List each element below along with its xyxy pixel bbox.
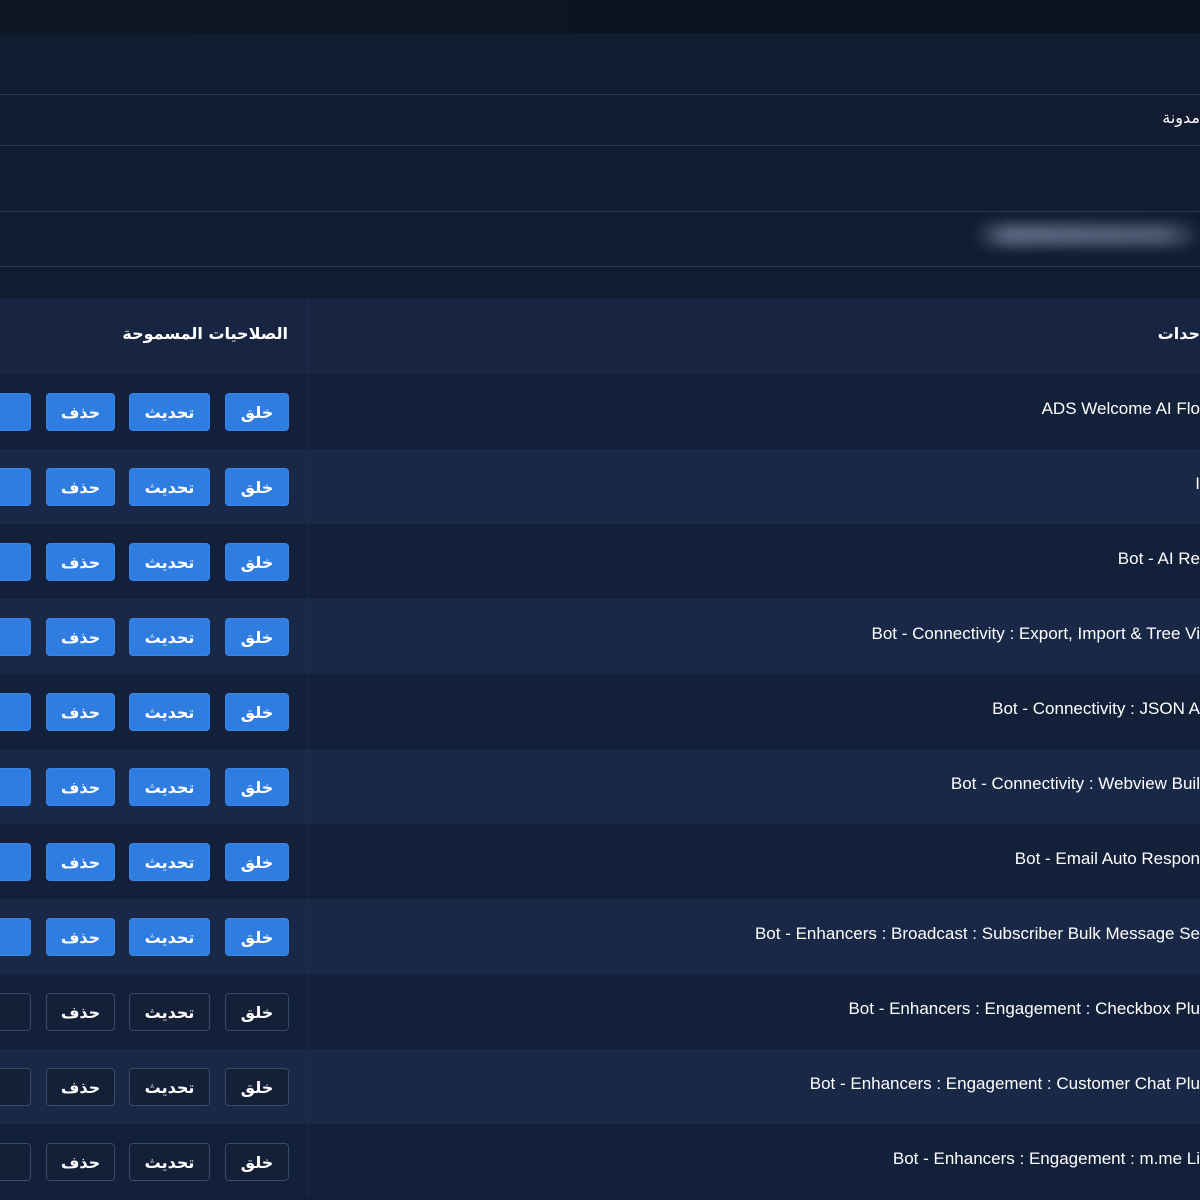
other-permission-button[interactable]: خا <box>0 618 31 656</box>
table-row: خلق تحديث حذف خا Bot - Enhancers : Engagemen… <box>0 974 1200 1049</box>
delete-permission-button[interactable]: حذف <box>46 993 115 1031</box>
create-permission-button[interactable]: خلق <box>225 993 289 1031</box>
create-permission-button[interactable]: خلق <box>225 918 289 956</box>
blurred-value <box>974 224 1196 246</box>
column-separator <box>308 599 309 674</box>
update-permission-button[interactable]: تحديث <box>129 1143 210 1181</box>
module-name: Bot - Enhancers : Engagement : m.me Li <box>892 1149 1200 1168</box>
create-permission-button[interactable]: خلق <box>225 393 289 431</box>
update-permission-button[interactable]: تحديث <box>129 543 210 581</box>
column-separator <box>308 1049 309 1124</box>
column-separator <box>308 749 309 824</box>
divider <box>0 145 1200 146</box>
column-separator <box>308 824 309 899</box>
divider <box>0 94 1200 95</box>
other-permission-button[interactable]: خا <box>0 543 31 581</box>
other-permission-button[interactable]: خا <box>0 468 31 506</box>
column-separator <box>308 299 309 374</box>
table-row: خلق تحديث حذف خا ADS Welcome AI Flo <box>0 374 1200 449</box>
module-name: Bot - AI Re <box>1117 549 1200 568</box>
other-permission-button[interactable]: خا <box>0 843 31 881</box>
table-row: خلق تحديث حذف خا Bot - Enhancers : Engagemen… <box>0 1049 1200 1124</box>
module-name: Bot - Connectivity : Webview Buil <box>950 774 1200 793</box>
delete-permission-button[interactable]: حذف <box>46 618 115 656</box>
table-row: خلق تحديث حذف خا Bot - Enhancers : Engagemen… <box>0 1124 1200 1199</box>
divider <box>0 266 1200 267</box>
column-header-module: حدات <box>1157 324 1200 343</box>
table-row: خلق تحديث حذف خا Bot - Email Auto Respon <box>0 824 1200 899</box>
table-row: خلق تحديث حذف خا Bot - Connectivity : Export… <box>0 599 1200 674</box>
create-permission-button[interactable]: خلق <box>225 1068 289 1106</box>
table-header: الصلاحيات المسموحة حدات <box>0 299 1200 374</box>
module-name: Bot - Enhancers : Engagement : Customer … <box>809 1074 1200 1093</box>
module-name: Bot - Enhancers : Broadcast : Subscriber… <box>754 924 1200 943</box>
other-permission-button[interactable]: خا <box>0 693 31 731</box>
module-name: Bot - Connectivity : Export, Import & Tr… <box>871 624 1200 643</box>
delete-permission-button[interactable]: حذف <box>46 1068 115 1106</box>
update-permission-button[interactable]: تحديث <box>129 393 210 431</box>
table-row: خلق تحديث حذف خا I <box>0 449 1200 524</box>
update-permission-button[interactable]: تحديث <box>129 993 210 1031</box>
column-separator <box>308 449 309 524</box>
other-permission-button[interactable]: خا <box>0 393 31 431</box>
create-permission-button[interactable]: خلق <box>225 1143 289 1181</box>
divider <box>0 211 1200 212</box>
column-separator <box>308 974 309 1049</box>
column-separator <box>308 899 309 974</box>
column-separator <box>308 524 309 599</box>
create-permission-button[interactable]: خلق <box>225 468 289 506</box>
other-permission-button[interactable]: خا <box>0 918 31 956</box>
create-permission-button[interactable]: خلق <box>225 768 289 806</box>
update-permission-button[interactable]: تحديث <box>129 468 210 506</box>
other-permission-button[interactable]: خا <box>0 1143 31 1181</box>
create-permission-button[interactable]: خلق <box>225 693 289 731</box>
table-row: خلق تحديث حذف خا Bot - Connectivity : JSON A <box>0 674 1200 749</box>
update-permission-button[interactable]: تحديث <box>129 693 210 731</box>
table-row: خلق تحديث حذف خا Bot - Enhancers : Broadcast… <box>0 899 1200 974</box>
create-permission-button[interactable]: خلق <box>225 843 289 881</box>
update-permission-button[interactable]: تحديث <box>129 1068 210 1106</box>
table-body: خلق تحديث حذف خا ADS Welcome AI Flo خلق تحديث ح… <box>0 374 1200 1199</box>
update-permission-button[interactable]: تحديث <box>129 618 210 656</box>
table-row: خلق تحديث حذف خا Bot - Connectivity : Webvie… <box>0 749 1200 824</box>
delete-permission-button[interactable]: حذف <box>46 843 115 881</box>
module-name: Bot - Connectivity : JSON A <box>992 699 1200 718</box>
delete-permission-button[interactable]: حذف <box>46 768 115 806</box>
delete-permission-button[interactable]: حذف <box>46 543 115 581</box>
other-permission-button[interactable]: خا <box>0 993 31 1031</box>
module-name: ADS Welcome AI Flo <box>1041 399 1200 418</box>
other-permission-button[interactable]: خا <box>0 1068 31 1106</box>
permissions-table: الصلاحيات المسموحة حدات خلق تحديث حذف خا ADS… <box>0 299 1200 1199</box>
update-permission-button[interactable]: تحديث <box>129 918 210 956</box>
delete-permission-button[interactable]: حذف <box>46 1143 115 1181</box>
delete-permission-button[interactable]: حذف <box>46 693 115 731</box>
field-label-blog: مدونة <box>1162 108 1200 127</box>
column-separator <box>308 674 309 749</box>
update-permission-button[interactable]: تحديث <box>129 768 210 806</box>
module-name: I <box>1195 474 1200 493</box>
module-name: Bot - Enhancers : Engagement : Checkbox … <box>848 999 1200 1018</box>
delete-permission-button[interactable]: حذف <box>46 918 115 956</box>
column-separator <box>308 374 309 449</box>
column-separator <box>308 1124 309 1199</box>
create-permission-button[interactable]: خلق <box>225 543 289 581</box>
other-permission-button[interactable]: خا <box>0 768 31 806</box>
module-name: Bot - Email Auto Respon <box>1014 849 1200 868</box>
delete-permission-button[interactable]: حذف <box>46 468 115 506</box>
column-header-permissions: الصلاحيات المسموحة <box>122 324 288 343</box>
create-permission-button[interactable]: خلق <box>225 618 289 656</box>
update-permission-button[interactable]: تحديث <box>129 843 210 881</box>
delete-permission-button[interactable]: حذف <box>46 393 115 431</box>
top-bar <box>0 0 1200 33</box>
table-row: خلق تحديث حذف خا Bot - AI Re <box>0 524 1200 599</box>
